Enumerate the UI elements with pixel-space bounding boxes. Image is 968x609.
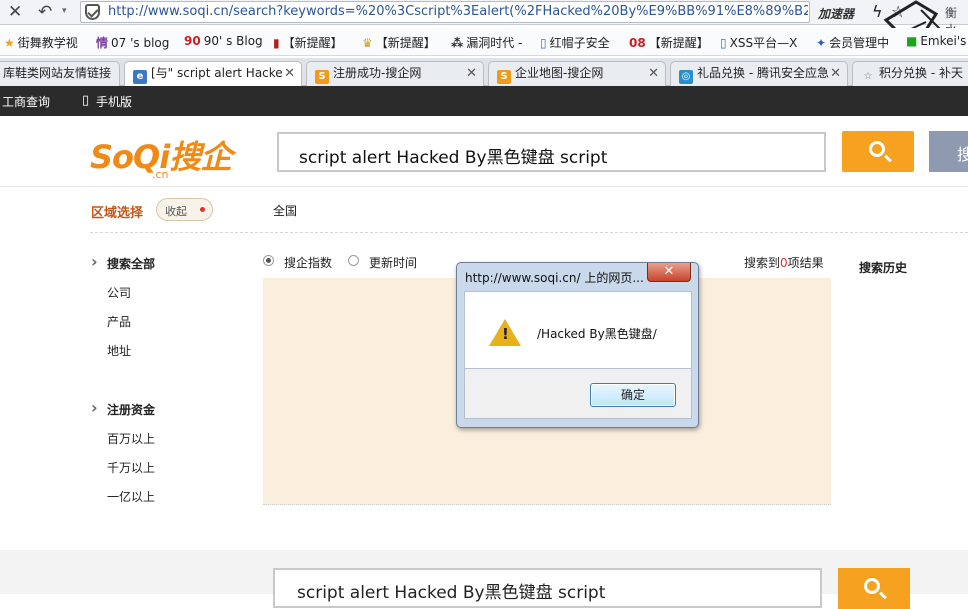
bookmark-item[interactable]: ✦ 会员管理中 (816, 34, 889, 51)
bookmark-item[interactable]: ★ 街舞教学视 (4, 34, 78, 51)
tab-friend-links[interactable]: 库鞋类网站友情链接 (0, 61, 120, 86)
menu-search-all[interactable]: 搜索全部 (91, 252, 155, 272)
toggle-dot-icon (200, 207, 205, 212)
menu-item-address[interactable]: 地址 (107, 342, 131, 359)
url-text[interactable]: http://www.soqi.cn/search?keywords=%20%3… (108, 4, 808, 19)
bookmark-item[interactable]: 90 90' s Blog (184, 34, 263, 48)
close-tab-icon[interactable]: ✕ (830, 62, 841, 85)
bottom-search-value: script alert Hacked By黑色键盘 script (297, 583, 606, 603)
close-tab-icon[interactable]: ✕ (466, 62, 477, 85)
filter-divider (90, 232, 968, 233)
sort-radio-index[interactable] (263, 255, 274, 266)
stop-icon[interactable]: ✕ (8, 2, 22, 22)
tab-gift-exchange[interactable]: ◎ 礼品兑换 - 腾讯安全应急 ✕ (670, 61, 848, 86)
region-nationwide[interactable]: 全国 (273, 202, 297, 219)
shield-icon (85, 4, 100, 20)
tencent-security-icon: ◎ (679, 70, 693, 84)
sort-radio-updated[interactable] (348, 255, 359, 266)
secondary-search-button[interactable]: 搜 (929, 131, 968, 172)
bookmark-item[interactable]: ▮ 【新提醒】 (273, 34, 343, 51)
bookmark-item[interactable]: ▯ XSS平台—X (720, 34, 797, 51)
bottom-search-input[interactable]: script alert Hacked By黑色键盘 script (273, 568, 822, 608)
result-count: 搜索到0项结果 (744, 256, 824, 270)
ie-icon: e (133, 70, 147, 84)
bookmark-item[interactable]: ■ Emkei's (906, 34, 966, 48)
tab-register-success[interactable]: S 注册成功-搜企网 ✕ (306, 61, 484, 86)
search-history-title: 搜索历史 (859, 261, 908, 275)
bookmark-item[interactable]: 情 07 's blog (96, 34, 169, 51)
search-icon (864, 578, 880, 594)
tab-enterprise-map[interactable]: S 企业地图-搜企网 ✕ (488, 61, 666, 86)
header-divider (0, 186, 968, 187)
menu-item-million[interactable]: 百万以上 (107, 430, 155, 447)
search-icon (869, 141, 885, 157)
phone-icon: ▯ (82, 93, 90, 108)
ok-button[interactable]: 确定 (590, 383, 676, 407)
warning-mark: ! (502, 325, 509, 343)
collapse-toggle[interactable]: 收起 (156, 198, 213, 221)
url-field[interactable]: http://www.soqi.cn/search?keywords=%20%3… (80, 1, 810, 23)
search-input[interactable]: script alert Hacked By黑色键盘 script (277, 132, 826, 172)
search-button[interactable] (842, 131, 914, 172)
soqi-icon: S (315, 70, 329, 84)
accelerator-button[interactable]: 加速器 (818, 5, 854, 22)
dialog-footer: 确定 (464, 369, 692, 419)
site-top-bar: 工商查询 ▯ 手机版 (0, 86, 968, 116)
business-query-link[interactable]: 工商查询 (2, 93, 50, 110)
bookmarks-bar: ★ 街舞教学视 情 07 's blog 90 90' s Blog ▮ 【新提醒】 ♛… (0, 28, 968, 56)
bottom-search-button[interactable] (838, 568, 910, 609)
sort-option-updated[interactable]: 更新时间 (369, 254, 417, 271)
sort-option-index[interactable]: 搜企指数 (284, 254, 332, 271)
dialog-title: http://www.soqi.cn/ 上的网页... (465, 271, 644, 285)
bookmark-item[interactable]: ⁂ 漏洞时代 - (451, 34, 522, 51)
region-select-label: 区域选择 (91, 206, 144, 221)
search-value: script alert Hacked By黑色键盘 script (299, 148, 608, 168)
menu-registered-capital[interactable]: 注册资金 (91, 398, 155, 418)
close-tab-icon[interactable]: ✕ (284, 62, 295, 85)
tab-xss-search[interactable]: e [与" script alert Hacke ✕ (124, 61, 302, 87)
dialog-body: ! /Hacked By黑色键盘/ (464, 291, 692, 369)
tab-strip: 库鞋类网站友情链接 e [与" script alert Hacke ✕ S 注册成功… (0, 58, 968, 87)
tab-points-exchange[interactable]: ☆ 积分兑换 - 补天 (852, 61, 968, 86)
mobile-link[interactable]: 手机版 (96, 93, 132, 110)
soqi-icon: S (497, 70, 511, 84)
logo-suffix: .cn (152, 168, 169, 181)
dialog-message: /Hacked By黑色键盘/ (537, 327, 657, 341)
menu-item-product[interactable]: 产品 (107, 313, 131, 330)
address-bar: ✕ ↶ ▾ http://www.soqi.cn/search?keywords… (0, 0, 968, 37)
menu-item-company[interactable]: 公司 (107, 284, 131, 301)
menu-item-hundred-million[interactable]: 一亿以上 (107, 488, 155, 505)
chevron-down-icon[interactable]: ▾ (62, 6, 67, 16)
alert-dialog: http://www.soqi.cn/ 上的网页... ✕ ! /Hacked … (456, 262, 699, 428)
menu-item-ten-million[interactable]: 千万以上 (107, 459, 155, 476)
star-icon: ☆ (863, 71, 873, 82)
bookmark-item[interactable]: 08 【新提醒】 (629, 34, 709, 51)
close-tab-icon[interactable]: ✕ (648, 62, 659, 85)
bookmark-item[interactable]: ▯ 红帽子安全 (540, 34, 610, 51)
undo-icon[interactable]: ↶ (38, 2, 52, 22)
dialog-close-button[interactable]: ✕ (647, 263, 691, 282)
bookmark-item[interactable]: ♛ 【新提醒】 (362, 34, 436, 51)
